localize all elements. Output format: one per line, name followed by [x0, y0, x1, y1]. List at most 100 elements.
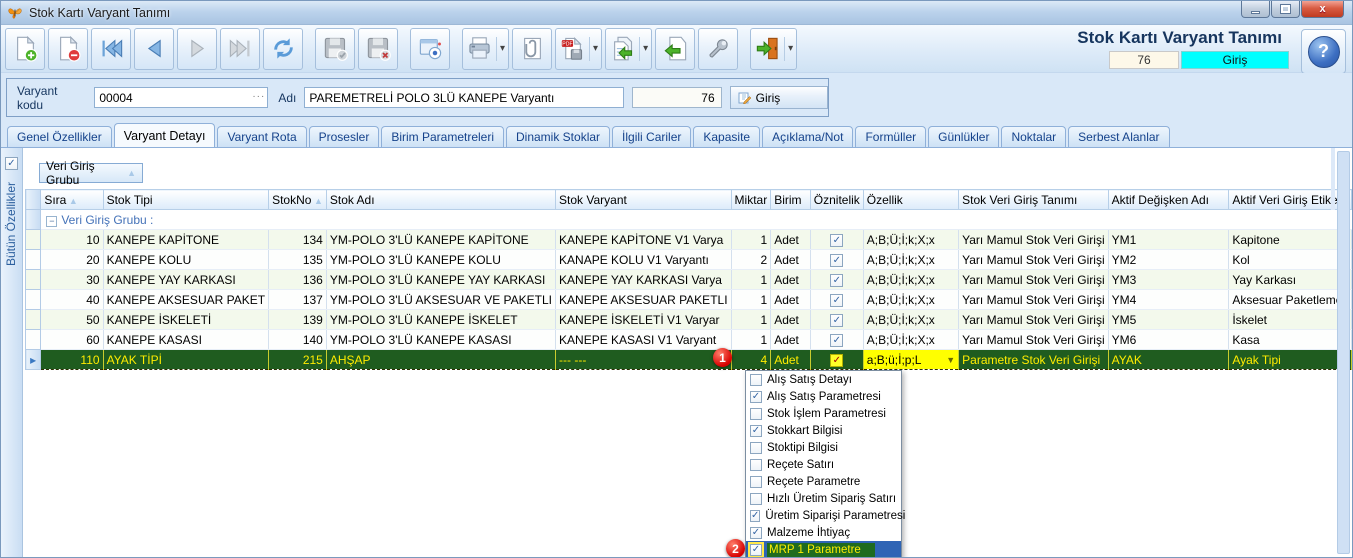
oznitelik-checkbox[interactable] — [830, 354, 843, 367]
dropdown-item-mrp-1-parametre[interactable]: MRP 1 Parametre — [746, 541, 901, 558]
column-header-miktar[interactable]: Miktar — [731, 190, 771, 210]
row-indicator[interactable] — [26, 290, 41, 310]
dropdown-item-checkbox[interactable] — [750, 408, 762, 420]
dropdown-item-checkbox[interactable] — [750, 459, 762, 471]
tools-button[interactable] — [698, 28, 738, 70]
tab-formüller[interactable]: Formüller — [855, 126, 926, 147]
oznitelik-checkbox[interactable] — [830, 314, 843, 327]
restore-button[interactable] — [1271, 1, 1300, 18]
dropdown-item-checkbox[interactable] — [750, 510, 760, 522]
dropdown-item-checkbox[interactable] — [750, 476, 762, 488]
minimize-button[interactable] — [1241, 1, 1270, 18]
help-button[interactable]: ? — [1301, 29, 1346, 74]
grid-row[interactable]: 40KANEPE AKSESUAR PAKET137YM-POLO 3'LÜ A… — [26, 290, 1352, 310]
dropdown-item-checkbox[interactable] — [750, 544, 762, 556]
tab-i-lgili-cariler[interactable]: İlgili Cariler — [612, 126, 691, 147]
dropdown-item-checkbox[interactable] — [750, 493, 762, 505]
all-properties-checkbox[interactable] — [5, 157, 18, 170]
nav-first-button[interactable] — [91, 28, 131, 70]
grid-row[interactable]: 20KANEPE KOLU135YM-POLO 3'LÜ KANEPE KOLU… — [26, 250, 1352, 270]
dropdown-item-checkbox[interactable] — [750, 442, 762, 454]
vertical-scrollbar[interactable] — [1337, 151, 1350, 554]
column-header-stokno[interactable]: StokNo ▲ — [269, 190, 327, 210]
column-header-sıra[interactable]: Sıra ▲ — [41, 190, 103, 210]
oznitelik-checkbox[interactable] — [830, 334, 843, 347]
dropdown-item-stoktipi-bilgisi[interactable]: Stoktipi Bilgisi — [746, 439, 901, 456]
import-button[interactable] — [655, 28, 695, 70]
dropdown-item-üretim-siparişi-parametresi[interactable]: Üretim Siparişi Parametresi — [746, 507, 901, 524]
lookup-ellipsis-button[interactable]: ··· — [252, 91, 265, 102]
dropdown-item-alış-satış-detayı[interactable]: Alış Satış Detayı — [746, 371, 901, 388]
tab-kapasite[interactable]: Kapasite — [693, 126, 760, 147]
save-cancel-button[interactable] — [358, 28, 398, 70]
column-header-aktif-değişken-adı[interactable]: Aktif Değişken Adı — [1108, 190, 1229, 210]
grid-row[interactable]: 50KANEPE İSKELETİ139YM-POLO 3'LÜ KANEPE … — [26, 310, 1352, 330]
nav-next-button[interactable] — [177, 28, 217, 70]
tab-varyant-rota[interactable]: Varyant Rota — [217, 126, 306, 147]
column-header-stok-veri-giriş-tanımı[interactable]: Stok Veri Giriş Tanımı — [959, 190, 1108, 210]
new-record-button[interactable] — [5, 28, 45, 70]
tab-noktalar[interactable]: Noktalar — [1001, 126, 1066, 147]
column-header-birim[interactable]: Birim — [771, 190, 811, 210]
tab-dinamik-stoklar[interactable]: Dinamik Stoklar — [506, 126, 610, 147]
save-button[interactable] — [315, 28, 355, 70]
tab-açıklama-not[interactable]: Açıklama/Not — [762, 126, 853, 147]
variant-code-input[interactable] — [94, 87, 268, 108]
entry-button[interactable]: Giriş — [730, 86, 828, 109]
grid-row[interactable]: 60KANEPE KASASI140YM-POLO 3'LÜ KANEPE KA… — [26, 330, 1352, 350]
row-indicator[interactable]: ▸ — [26, 350, 41, 370]
oznitelik-checkbox[interactable] — [830, 274, 843, 287]
row-indicator[interactable] — [26, 230, 41, 250]
dropdown-item-checkbox[interactable] — [750, 425, 762, 437]
pdf-dropdown-arrow[interactable]: ▾ — [589, 37, 598, 61]
dropdown-item-reçete-parametre[interactable]: Reçete Parametre — [746, 473, 901, 490]
nav-last-button[interactable] — [220, 28, 260, 70]
dropdown-item-alış-satış-parametresi[interactable]: Alış Satış Parametresi — [746, 388, 901, 405]
collapse-group-icon[interactable]: − — [46, 216, 57, 227]
preview-button[interactable] — [410, 28, 450, 70]
column-header-öznitelik[interactable]: Öznitelik — [810, 190, 863, 210]
dropdown-item-checkbox[interactable] — [750, 527, 762, 539]
tab-birim-parametreleri[interactable]: Birim Parametreleri — [381, 126, 504, 147]
variant-name-input[interactable] — [304, 87, 624, 108]
column-header-stok-varyant[interactable]: Stok Varyant — [556, 190, 732, 210]
row-indicator[interactable] — [26, 210, 41, 230]
tab-varyant-detayı[interactable]: Varyant Detayı — [114, 123, 216, 147]
row-indicator[interactable] — [26, 330, 41, 350]
refresh-button[interactable] — [263, 28, 303, 70]
delete-record-button[interactable] — [48, 28, 88, 70]
dropdown-item-checkbox[interactable] — [750, 374, 762, 386]
column-header-stok-tipi[interactable]: Stok Tipi — [103, 190, 269, 210]
tab-günlükler[interactable]: Günlükler — [928, 126, 999, 147]
attachment-button[interactable] — [512, 28, 552, 70]
row-indicator[interactable] — [26, 310, 41, 330]
column-header-stok-adı[interactable]: Stok Adı — [326, 190, 555, 210]
tab-genel-özellikler[interactable]: Genel Özellikler — [7, 126, 112, 147]
tab-prosesler[interactable]: Prosesler — [309, 126, 380, 147]
dropdown-item-reçete-satırı[interactable]: Reçete Satırı — [746, 456, 901, 473]
group-by-button[interactable]: Veri Giriş Grubu ▲ — [39, 163, 143, 183]
grid-row-selected[interactable]: ▸110AYAK TİPİ215AHŞAP--- ---4Adeta;B;ü;İ… — [26, 350, 1352, 370]
oznitelik-checkbox[interactable] — [830, 294, 843, 307]
close-button[interactable]: x — [1301, 1, 1344, 18]
copy-transfer-dropdown-arrow[interactable]: ▾ — [639, 37, 648, 61]
print-button[interactable]: ▾ — [462, 28, 509, 70]
copy-transfer-button[interactable]: ▾ — [605, 28, 652, 70]
nav-previous-button[interactable] — [134, 28, 174, 70]
oznitelik-checkbox[interactable] — [830, 254, 843, 267]
column-header-özellik[interactable]: Özellik — [863, 190, 958, 210]
dropdown-item-stok-i-şlem-parametresi[interactable]: Stok İşlem Parametresi — [746, 405, 901, 422]
dropdown-item-hızlı-üretim-sipariş-satırı[interactable]: Hızlı Üretim Sipariş Satırı — [746, 490, 901, 507]
ozellik-combo-editor[interactable]: a;B;ü;İ;p;L▼ — [864, 350, 958, 369]
grid-row[interactable]: 30KANEPE YAY KARKASI136YM-POLO 3'LÜ KANE… — [26, 270, 1352, 290]
dropdown-item-stokkart-bilgisi[interactable]: Stokkart Bilgisi — [746, 422, 901, 439]
exit-dropdown-arrow[interactable]: ▾ — [784, 37, 793, 61]
row-indicator[interactable] — [26, 250, 41, 270]
grid-row[interactable]: 10KANEPE KAPİTONE134YM-POLO 3'LÜ KANEPE … — [26, 230, 1352, 250]
print-dropdown-arrow[interactable]: ▾ — [496, 37, 505, 61]
pdf-save-button[interactable]: PDF ▾ — [555, 28, 602, 70]
exit-button[interactable]: ▾ — [750, 28, 797, 70]
tab-serbest-alanlar[interactable]: Serbest Alanlar — [1068, 126, 1169, 147]
row-indicator[interactable] — [26, 270, 41, 290]
oznitelik-checkbox[interactable] — [830, 234, 843, 247]
